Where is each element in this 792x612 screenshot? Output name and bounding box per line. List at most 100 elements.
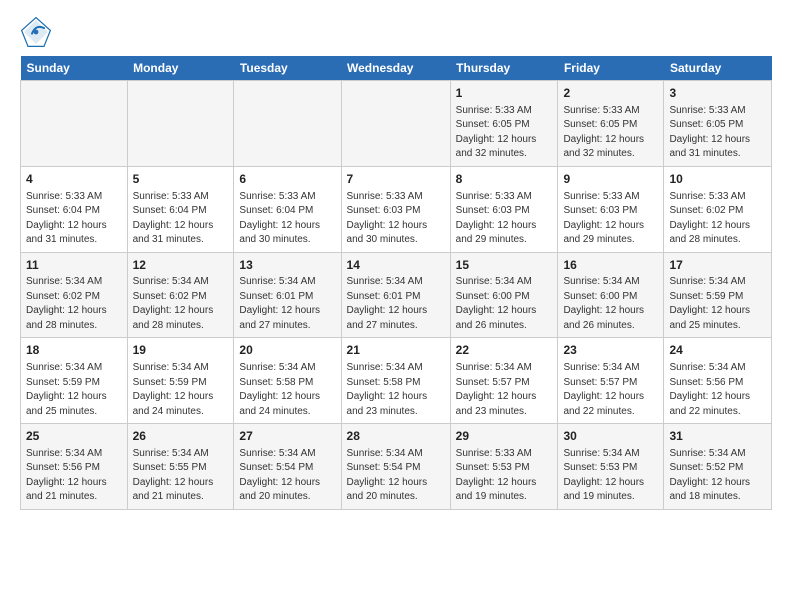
- day-number: 1: [456, 85, 553, 102]
- cell-content: Sunrise: 5:34 AM Sunset: 6:00 PM Dayligh…: [456, 275, 553, 333]
- calendar-cell: 18 Sunrise: 5:34 AM Sunset: 5:59 PM Dayli…: [21, 338, 128, 424]
- cell-content: Sunrise: 5:33 AM Sunset: 6:04 PM Dayligh…: [239, 190, 335, 248]
- cell-content: Sunrise: 5:34 AM Sunset: 6:01 PM Dayligh…: [347, 275, 445, 333]
- calendar-cell: 30 Sunrise: 5:34 AM Sunset: 5:53 PM Dayli…: [558, 424, 664, 510]
- day-number: 15: [456, 257, 553, 274]
- day-number: 3: [669, 85, 766, 102]
- day-number: 13: [239, 257, 335, 274]
- column-header-sunday: Sunday: [21, 56, 128, 81]
- calendar-cell: 10 Sunrise: 5:33 AM Sunset: 6:02 PM Dayli…: [664, 166, 772, 252]
- calendar-cell: 16Sunrise: 5:34 AM Sunset: 6:00 PM Dayli…: [558, 252, 664, 338]
- cell-content: Sunrise: 5:34 AM Sunset: 5:56 PM Dayligh…: [26, 447, 122, 505]
- calendar-cell: 24 Sunrise: 5:34 AM Sunset: 5:56 PM Dayli…: [664, 338, 772, 424]
- calendar-cell: 1 Sunrise: 5:33 AM Sunset: 6:05 PM Daylig…: [450, 81, 558, 167]
- cell-content: Sunrise: 5:34 AM Sunset: 6:00 PM Dayligh…: [563, 275, 658, 333]
- calendar-week-row: 4 Sunrise: 5:33 AM Sunset: 6:04 PM Daylig…: [21, 166, 772, 252]
- cell-content: Sunrise: 5:33 AM Sunset: 6:02 PM Dayligh…: [669, 190, 766, 248]
- cell-content: Sunrise: 5:34 AM Sunset: 5:52 PM Dayligh…: [669, 447, 766, 505]
- day-number: 2: [563, 85, 658, 102]
- day-number: 27: [239, 428, 335, 445]
- day-number: 24: [669, 342, 766, 359]
- cell-content: Sunrise: 5:34 AM Sunset: 6:01 PM Dayligh…: [239, 275, 335, 333]
- cell-content: Sunrise: 5:34 AM Sunset: 5:59 PM Dayligh…: [133, 361, 229, 419]
- cell-content: Sunrise: 5:34 AM Sunset: 5:56 PM Dayligh…: [669, 361, 766, 419]
- day-number: 31: [669, 428, 766, 445]
- cell-content: Sunrise: 5:33 AM Sunset: 6:03 PM Dayligh…: [456, 190, 553, 248]
- day-number: 18: [26, 342, 122, 359]
- day-number: 29: [456, 428, 553, 445]
- calendar-cell: 26Sunrise: 5:34 AM Sunset: 5:55 PM Dayli…: [127, 424, 234, 510]
- day-number: 5: [133, 171, 229, 188]
- cell-content: Sunrise: 5:34 AM Sunset: 5:53 PM Dayligh…: [563, 447, 658, 505]
- calendar-cell: [341, 81, 450, 167]
- day-number: 19: [133, 342, 229, 359]
- calendar-cell: 21Sunrise: 5:34 AM Sunset: 5:58 PM Dayli…: [341, 338, 450, 424]
- cell-content: Sunrise: 5:33 AM Sunset: 6:04 PM Dayligh…: [26, 190, 122, 248]
- day-number: 17: [669, 257, 766, 274]
- cell-content: Sunrise: 5:33 AM Sunset: 6:05 PM Dayligh…: [563, 104, 658, 162]
- calendar-cell: 23 Sunrise: 5:34 AM Sunset: 5:57 PM Dayli…: [558, 338, 664, 424]
- cell-content: Sunrise: 5:33 AM Sunset: 6:04 PM Dayligh…: [133, 190, 229, 248]
- calendar-cell: 31 Sunrise: 5:34 AM Sunset: 5:52 PM Dayli…: [664, 424, 772, 510]
- calendar-week-row: 18 Sunrise: 5:34 AM Sunset: 5:59 PM Dayli…: [21, 338, 772, 424]
- cell-content: Sunrise: 5:34 AM Sunset: 5:57 PM Dayligh…: [563, 361, 658, 419]
- day-number: 21: [347, 342, 445, 359]
- cell-content: Sunrise: 5:34 AM Sunset: 5:59 PM Dayligh…: [669, 275, 766, 333]
- logo-icon: [20, 16, 52, 48]
- cell-content: Sunrise: 5:34 AM Sunset: 6:02 PM Dayligh…: [133, 275, 229, 333]
- calendar-cell: 25 Sunrise: 5:34 AM Sunset: 5:56 PM Dayli…: [21, 424, 128, 510]
- cell-content: Sunrise: 5:33 AM Sunset: 5:53 PM Dayligh…: [456, 447, 553, 505]
- calendar-cell: 5 Sunrise: 5:33 AM Sunset: 6:04 PM Daylig…: [127, 166, 234, 252]
- calendar-cell: 3Sunrise: 5:33 AM Sunset: 6:05 PM Daylig…: [664, 81, 772, 167]
- calendar-cell: 7 Sunrise: 5:33 AM Sunset: 6:03 PM Daylig…: [341, 166, 450, 252]
- day-number: 7: [347, 171, 445, 188]
- calendar-cell: 9 Sunrise: 5:33 AM Sunset: 6:03 PM Daylig…: [558, 166, 664, 252]
- calendar-cell: 8 Sunrise: 5:33 AM Sunset: 6:03 PM Daylig…: [450, 166, 558, 252]
- calendar-week-row: 11Sunrise: 5:34 AM Sunset: 6:02 PM Dayli…: [21, 252, 772, 338]
- day-number: 16: [563, 257, 658, 274]
- day-number: 10: [669, 171, 766, 188]
- calendar-cell: 11Sunrise: 5:34 AM Sunset: 6:02 PM Dayli…: [21, 252, 128, 338]
- calendar-cell: 27 Sunrise: 5:34 AM Sunset: 5:54 PM Dayli…: [234, 424, 341, 510]
- calendar-week-row: 1 Sunrise: 5:33 AM Sunset: 6:05 PM Daylig…: [21, 81, 772, 167]
- cell-content: Sunrise: 5:34 AM Sunset: 5:58 PM Dayligh…: [239, 361, 335, 419]
- calendar-cell: 29 Sunrise: 5:33 AM Sunset: 5:53 PM Dayli…: [450, 424, 558, 510]
- day-number: 6: [239, 171, 335, 188]
- calendar-cell: 15Sunrise: 5:34 AM Sunset: 6:00 PM Dayli…: [450, 252, 558, 338]
- page-header: [20, 16, 772, 48]
- day-number: 30: [563, 428, 658, 445]
- cell-content: Sunrise: 5:33 AM Sunset: 6:03 PM Dayligh…: [563, 190, 658, 248]
- day-number: 23: [563, 342, 658, 359]
- calendar-cell: 6 Sunrise: 5:33 AM Sunset: 6:04 PM Daylig…: [234, 166, 341, 252]
- calendar-cell: 20 Sunrise: 5:34 AM Sunset: 5:58 PM Dayli…: [234, 338, 341, 424]
- column-header-monday: Monday: [127, 56, 234, 81]
- calendar-cell: [234, 81, 341, 167]
- day-number: 25: [26, 428, 122, 445]
- day-number: 28: [347, 428, 445, 445]
- column-header-thursday: Thursday: [450, 56, 558, 81]
- calendar-cell: 28Sunrise: 5:34 AM Sunset: 5:54 PM Dayli…: [341, 424, 450, 510]
- cell-content: Sunrise: 5:34 AM Sunset: 6:02 PM Dayligh…: [26, 275, 122, 333]
- calendar-week-row: 25 Sunrise: 5:34 AM Sunset: 5:56 PM Dayli…: [21, 424, 772, 510]
- column-header-saturday: Saturday: [664, 56, 772, 81]
- cell-content: Sunrise: 5:33 AM Sunset: 6:03 PM Dayligh…: [347, 190, 445, 248]
- cell-content: Sunrise: 5:34 AM Sunset: 5:54 PM Dayligh…: [239, 447, 335, 505]
- calendar-cell: 2 Sunrise: 5:33 AM Sunset: 6:05 PM Daylig…: [558, 81, 664, 167]
- day-number: 20: [239, 342, 335, 359]
- day-number: 22: [456, 342, 553, 359]
- calendar-table: SundayMondayTuesdayWednesdayThursdayFrid…: [20, 56, 772, 510]
- calendar-cell: 4 Sunrise: 5:33 AM Sunset: 6:04 PM Daylig…: [21, 166, 128, 252]
- cell-content: Sunrise: 5:33 AM Sunset: 6:05 PM Dayligh…: [456, 104, 553, 162]
- day-number: 26: [133, 428, 229, 445]
- day-number: 9: [563, 171, 658, 188]
- column-header-tuesday: Tuesday: [234, 56, 341, 81]
- calendar-cell: 12Sunrise: 5:34 AM Sunset: 6:02 PM Dayli…: [127, 252, 234, 338]
- cell-content: Sunrise: 5:34 AM Sunset: 5:59 PM Dayligh…: [26, 361, 122, 419]
- day-number: 4: [26, 171, 122, 188]
- cell-content: Sunrise: 5:34 AM Sunset: 5:57 PM Dayligh…: [456, 361, 553, 419]
- logo: [20, 16, 56, 48]
- calendar-cell: 13Sunrise: 5:34 AM Sunset: 6:01 PM Dayli…: [234, 252, 341, 338]
- day-number: 12: [133, 257, 229, 274]
- day-number: 11: [26, 257, 122, 274]
- day-number: 8: [456, 171, 553, 188]
